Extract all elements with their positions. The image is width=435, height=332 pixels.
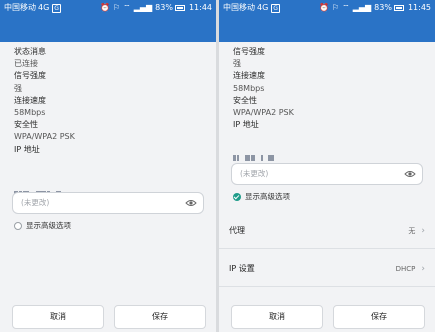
info-label: IP 地址 — [14, 144, 40, 154]
info-value: WPA/WPA2 PSK — [14, 132, 75, 142]
battery-icon — [393, 5, 404, 11]
password-placeholder: (未更改) — [240, 169, 269, 178]
proxy-value: 无 — [408, 226, 416, 235]
show-advanced-option[interactable]: 显示高级选项 — [233, 191, 290, 203]
info-value: 58Mbps — [233, 83, 265, 93]
proxy-row[interactable]: 代理 无 › — [219, 213, 435, 249]
title-bar — [219, 16, 435, 42]
save-button[interactable]: 保存 — [333, 305, 425, 329]
network-type: 4G — [38, 3, 50, 12]
clock: 11:45 — [407, 3, 431, 12]
info-value: WPA/WPA2 PSK — [233, 107, 294, 117]
info-label: 信号强度 — [233, 47, 265, 56]
status-bar: 中国移动 4G G ⏰ ⚐ ⌔ ▂▄▆ 83% 11:45 — [219, 0, 435, 16]
carrier-label: 中国移动 — [4, 3, 36, 12]
carrier-label: 中国移动 — [223, 3, 255, 12]
title-bar — [0, 16, 216, 42]
info-value: 58Mbps — [14, 107, 46, 117]
wifi-icon: ⌔ — [123, 3, 131, 12]
ip-settings-value: DHCP — [395, 264, 416, 273]
chevron-right-icon: › — [421, 225, 425, 236]
info-value: 强 — [233, 59, 241, 69]
settings-screen-left: 中国移动 4G G ⏰ ⚐ ⌔ ▂▄▆ 83% 11:44 状态消息已连接信号强… — [0, 0, 216, 332]
save-button[interactable]: 保存 — [114, 305, 206, 329]
info-label: 连接速度 — [14, 95, 46, 105]
password-field[interactable]: (未更改) — [231, 163, 423, 185]
eye-icon[interactable] — [404, 168, 416, 180]
clock: 11:44 — [188, 3, 212, 12]
info-label: 状态消息 — [14, 47, 46, 56]
signal-icon: ▂▄▆ — [352, 3, 372, 12]
wifi-icon: ⌔ — [342, 3, 350, 12]
show-advanced-label: 显示高级选项 — [245, 192, 290, 201]
alarm-icon: ⏰ — [319, 3, 329, 12]
ip-address-value — [233, 141, 275, 161]
chevron-right-icon: › — [421, 263, 425, 274]
sim-icon: G — [271, 3, 280, 13]
settings-screen-right: 中国移动 4G G ⏰ ⚐ ⌔ ▂▄▆ 83% 11:45 信号强度强连接速度 5… — [219, 0, 435, 332]
vibrate-icon: ⚐ — [331, 3, 340, 12]
vibrate-icon: ⚐ — [112, 3, 121, 12]
info-value: 强 — [14, 83, 22, 93]
sim-icon: G — [52, 3, 61, 13]
info-label: 连接速度 — [233, 71, 265, 81]
show-advanced-label: 显示高级选项 — [26, 221, 71, 230]
cancel-button[interactable]: 取消 — [12, 305, 104, 329]
battery-percent: 83% — [155, 3, 173, 12]
status-bar: 中国移动 4G G ⏰ ⚐ ⌔ ▂▄▆ 83% 11:44 — [0, 0, 216, 16]
network-info-list: 状态消息已连接信号强度强连接速度 58Mbps 安全性 WPA/WPA2 PSK IP … — [0, 42, 216, 156]
network-type: 4G — [257, 3, 269, 12]
show-advanced-option[interactable]: 显示高级选项 — [14, 220, 71, 232]
signal-icon: ▂▄▆ — [133, 3, 153, 12]
info-label: IP 地址 — [233, 120, 259, 130]
password-placeholder: (未更改) — [21, 198, 50, 207]
checkbox-checked-icon[interactable] — [233, 193, 241, 201]
ip-settings-label: IP 设置 — [229, 264, 255, 273]
eye-icon[interactable] — [185, 197, 197, 209]
proxy-label: 代理 — [229, 226, 245, 235]
ip-settings-row[interactable]: IP 设置 DHCP › — [219, 251, 435, 287]
battery-percent: 83% — [374, 3, 392, 12]
info-label: 信号强度 — [14, 71, 46, 81]
info-label: 安全性 — [14, 120, 38, 130]
info-value: 已连接 — [14, 59, 38, 69]
info-label: 安全性 — [233, 95, 257, 105]
alarm-icon: ⏰ — [100, 3, 110, 12]
cancel-button[interactable]: 取消 — [231, 305, 323, 329]
battery-icon — [174, 5, 185, 11]
checkbox-unchecked-icon[interactable] — [14, 222, 22, 230]
password-field[interactable]: (未更改) — [12, 192, 204, 214]
network-info-list: 信号强度强连接速度 58Mbps 安全性 WPA/WPA2 PSK IP 地址 — [219, 42, 435, 131]
